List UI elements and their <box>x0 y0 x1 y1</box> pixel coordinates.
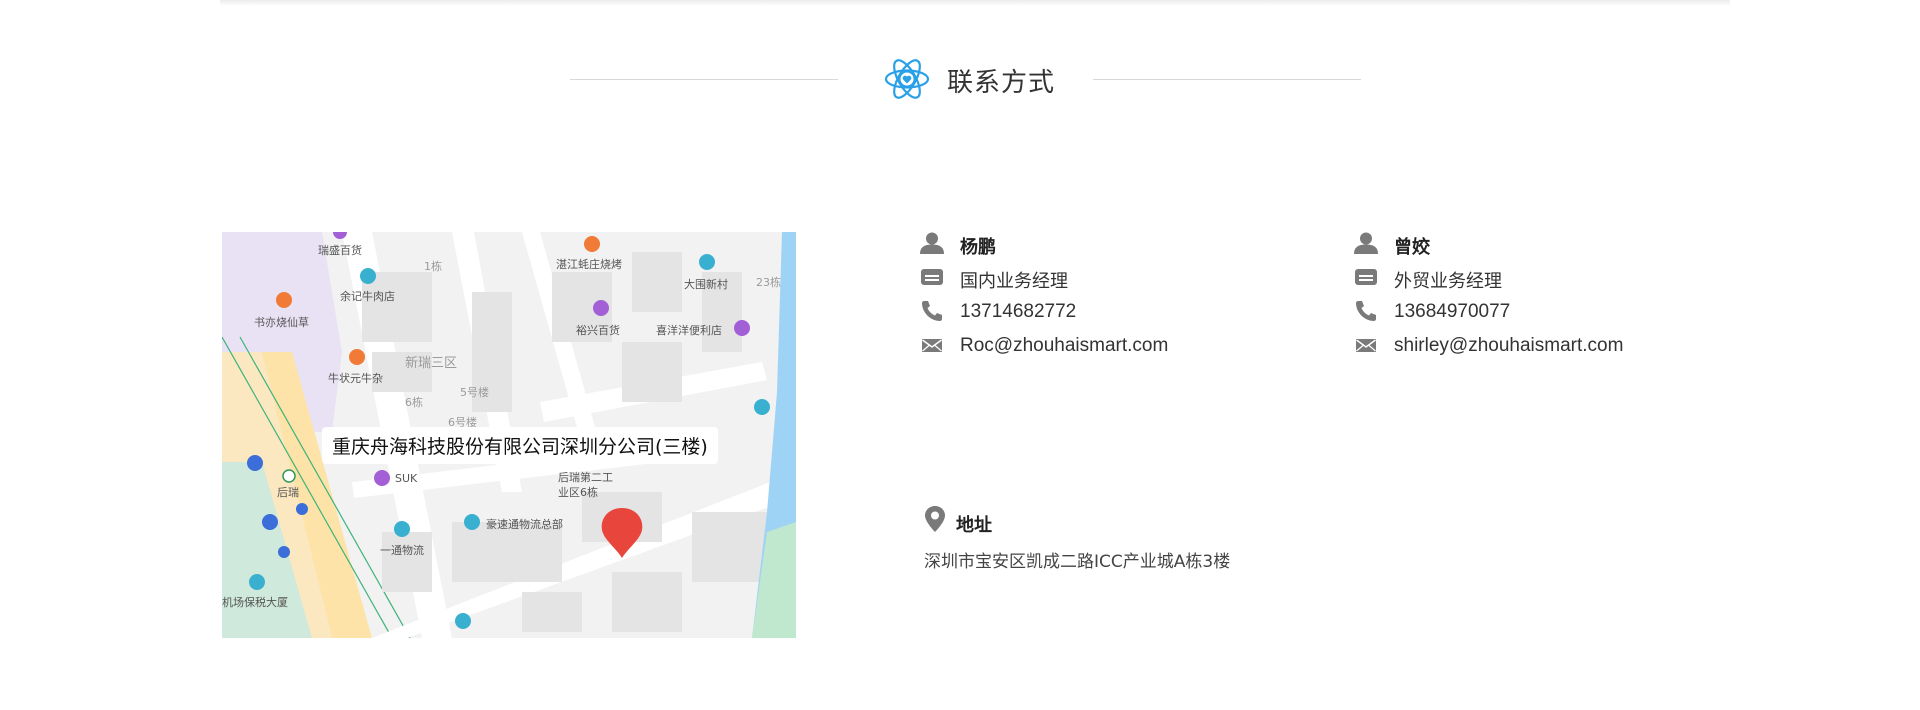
map-poi: 瑞盛百货 <box>318 244 362 257</box>
contact-email[interactable]: Roc@zhouhaismart.com <box>960 335 1168 357</box>
map-poi: 后瑞 <box>277 486 299 499</box>
section-header: 联系方式 <box>0 48 1920 110</box>
map-poi: 余记牛肉店 <box>340 290 395 303</box>
map-poi: SUK <box>395 472 418 485</box>
phone-icon <box>1356 301 1376 321</box>
location-map[interactable]: 瑞盛百货 余记牛肉店 书亦烧仙草 牛状元牛杂 湛江蚝庄烧烤 裕兴百货 大围新村 … <box>222 232 796 638</box>
map-poi: 后瑞第二工业区6栋 <box>558 471 613 499</box>
map-poi: 裕兴百货 <box>576 324 620 337</box>
id-card-icon <box>921 269 943 285</box>
map-marker-label: 重庆舟海科技股份有限公司深圳分公司(三楼) <box>322 427 718 464</box>
map-building-label: 1栋 <box>424 260 442 273</box>
id-card-icon <box>1355 269 1377 285</box>
mail-icon <box>1356 339 1376 352</box>
contact-name-row: 曾姣 <box>1354 230 1714 258</box>
contact-email-row: shirley@zhouhaismart.com <box>1354 332 1714 358</box>
contact-phone[interactable]: 13714682772 <box>960 301 1076 323</box>
contact-name-row: 杨鹏 <box>920 230 1280 258</box>
address-label: 地址 <box>956 515 992 536</box>
contact-phone[interactable]: 13684970077 <box>1394 301 1510 323</box>
address-block: 地址 深圳市宝安区凯成二路ICC产业城A栋3楼 <box>922 505 1422 575</box>
map-building-label: 5号楼 <box>460 386 489 399</box>
contact-title: 外贸业务经理 <box>1394 271 1502 292</box>
contact-title-row: 外贸业务经理 <box>1354 264 1714 292</box>
map-poi: 豪速通物流总部 <box>486 518 563 531</box>
map-poi: 湛江蚝庄烧烤 <box>556 258 622 271</box>
contact-phone-row: 13684970077 <box>1354 298 1714 324</box>
address-value: 深圳市宝安区凯成二路ICC产业城A栋3楼 <box>924 552 1231 572</box>
contact-phone-row: 13714682772 <box>920 298 1280 324</box>
map-building-label: 6栋 <box>405 396 423 409</box>
contact-email[interactable]: shirley@zhouhaismart.com <box>1394 335 1623 357</box>
map-poi: 牛状元牛杂 <box>328 372 383 385</box>
map-area-label: 新瑞三区 <box>405 356 458 371</box>
map-poi: 机场保税大厦 <box>222 596 288 609</box>
atom-heart-icon <box>884 59 930 99</box>
divider-right <box>1093 79 1361 80</box>
map-poi: 喜洋洋便利店 <box>656 324 722 337</box>
map-building-label: 23栋 <box>756 276 781 289</box>
contact-name: 曾姣 <box>1394 237 1430 258</box>
header-shadow <box>220 0 1730 6</box>
contact-email-row: Roc@zhouhaismart.com <box>920 332 1280 358</box>
contact-title-row: 国内业务经理 <box>920 264 1280 292</box>
map-poi: 一通物流 <box>380 544 424 557</box>
user-icon <box>1354 232 1378 254</box>
section-title: 联系方式 <box>947 68 1056 98</box>
contact-name: 杨鹏 <box>960 237 996 258</box>
contact-title: 国内业务经理 <box>960 271 1068 292</box>
map-poi: 大围新村 <box>684 278 728 291</box>
divider-left <box>570 79 838 80</box>
phone-icon <box>922 301 942 321</box>
user-icon <box>920 232 944 254</box>
map-poi: 书亦烧仙草 <box>254 316 309 329</box>
mail-icon <box>922 339 942 352</box>
location-pin-icon <box>925 506 945 532</box>
